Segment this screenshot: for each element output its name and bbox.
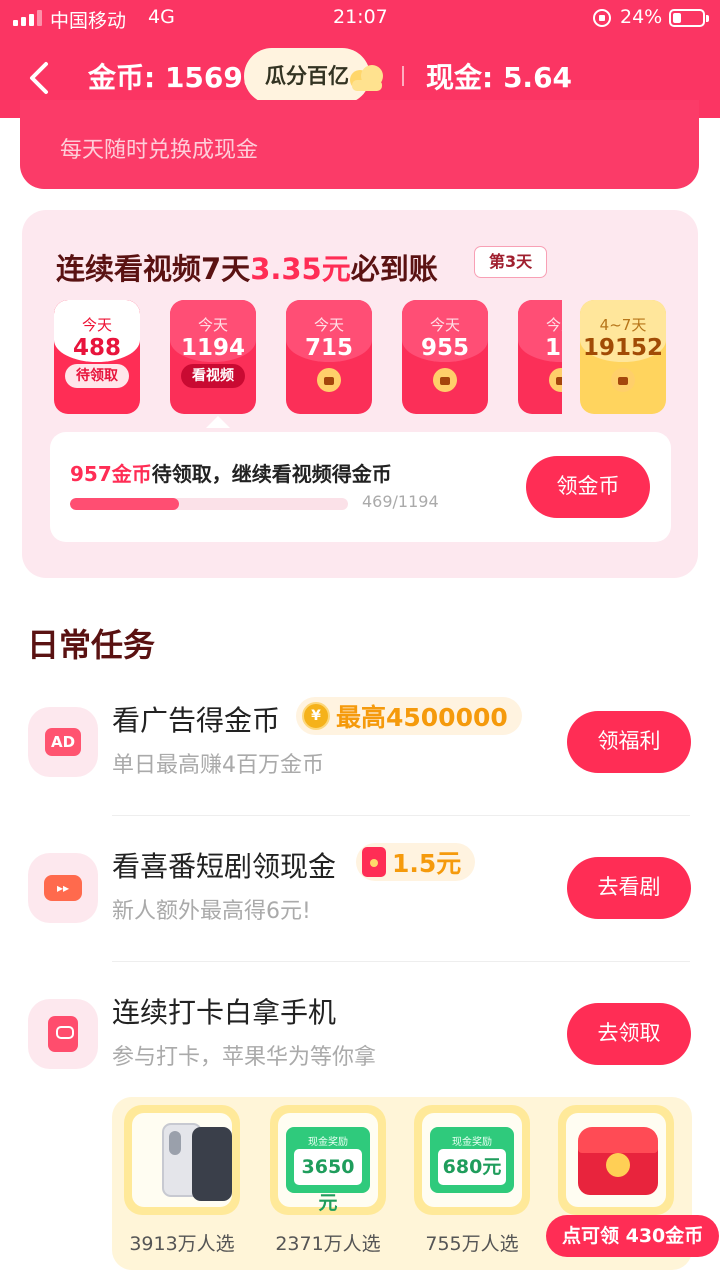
task-badge-text: 1.5元 [392,849,462,878]
envelope-label: 今天 [81,316,112,334]
battery-percent: 24% [620,6,663,28]
padlock-icon [611,368,635,392]
claim-coins-button[interactable]: 领金币 [526,456,650,518]
envelope-day-2[interactable]: 今天 1194 看视频 [170,300,256,414]
ad-icon: AD [45,728,81,756]
envelope-day-1[interactable]: 今天 488 待领取 [54,300,140,414]
envelope-label: 今天 [429,316,460,334]
task-divider [112,815,690,816]
daily-tasks-title: 日常任务 [27,626,156,664]
envelope-action: 待领取 [65,364,129,388]
task-badge: 1.5元 [356,843,476,881]
envelope-value: 488 [72,335,121,361]
padlock-icon [317,368,341,392]
prize-phone[interactable]: 3913万人选 [124,1105,240,1255]
share-billion-label: 瓜分百亿 [265,64,349,88]
claim-chest-coins-button[interactable]: 点可领 430金币 [546,1215,720,1257]
envelope-value: 14 [544,335,562,361]
rotation-lock-icon [593,9,611,27]
gift-icon [48,1016,78,1052]
prize-chest[interactable] [558,1105,674,1215]
cash-reward-caption: 现金奖励 [452,1137,492,1148]
coin-balance: 金币: 15698 [88,61,263,94]
envelope-day-4[interactable]: 今天 955 [402,300,488,414]
task-watch-drama: ▸▸ 看喜番短剧领现金 1.5元 新人额外最高得6元! 去看剧 [0,843,720,973]
task-divider [112,961,690,962]
envelope-label: 4~7天 [599,316,647,334]
progress-bar [70,498,348,510]
battery-icon [669,9,709,27]
task-watch-ads: AD 看广告得金币 ¥ 最高4500000 单日最高赚4百万金币 领福利 [0,697,720,827]
task-badge: ¥ 最高4500000 [296,697,522,735]
app-root: { "status_bar": { "carrier": "中国移动", "ne… [0,0,720,1280]
envelope-value: 1194 [180,335,245,361]
video-streak-card: 连续看视频7天3.35元必到账 第3天 今天 488 待领取 今天 1194 看… [22,210,698,578]
envelope-action: 看视频 [181,364,245,388]
prize-cash-large[interactable]: 现金奖励 3650元 2371万人选 [270,1105,386,1255]
padlock-icon [433,368,457,392]
cash-balance: 现金: 5.64 [426,61,573,94]
task-subtitle: 单日最高赚4百万金币 [112,753,324,778]
streak-title-pre: 连续看视频7天 [56,252,251,286]
get-benefits-button[interactable]: 领福利 [567,711,691,773]
streak-title-post: 必到账 [350,252,438,286]
cash-reward-value: 680元 [438,1149,506,1185]
network-type: 4G [148,6,175,28]
watch-drama-button[interactable]: 去看剧 [567,857,691,919]
streak-title-amount: 3.35元 [250,252,351,286]
envelope-days-4-7[interactable]: 4~7天 19152 [580,300,666,414]
carrier-name: 中国移动 [50,10,127,32]
treasure-chest-icon [578,1127,658,1195]
banner-subtitle: 每天随时兑换成现金 [60,138,259,163]
back-arrow-icon[interactable] [24,60,60,96]
envelope-value: 19152 [582,335,664,361]
task-subtitle: 参与打卡，苹果华为等你拿 [112,1045,377,1070]
phone-back-icon [192,1127,232,1201]
task-title: 连续打卡白拿手机 [112,996,337,1029]
envelope-value: 955 [420,335,469,361]
prize-label: 3913万人选 [129,1233,235,1255]
prize-cash-small[interactable]: 现金奖励 680元 755万人选 [414,1105,530,1255]
exchange-banner[interactable]: 每天随时兑换成现金 [20,100,699,189]
progress-amount: 957金币 [70,462,152,486]
red-packet-icon [362,847,386,877]
streak-title: 连续看视频7天3.35元必到账 [56,246,438,288]
cloud-icon [350,65,383,91]
progress-text: 957金币待领取，继续看视频得金币 [70,458,392,487]
task-title: 看喜番短剧领现金 [112,850,337,883]
go-claim-button[interactable]: 去领取 [567,1003,691,1065]
envelope-day-5[interactable]: 今天 14 [518,300,562,414]
envelope-label: 今天 [545,316,562,334]
progress-card: 957金币待领取，继续看视频得金币 469/1194 领金币 [50,432,671,542]
cash-reward-value: 3650元 [294,1149,362,1214]
task-subtitle: 新人额外最高得6元! [112,899,311,924]
progress-message: 待领取，继续看视频得金币 [151,462,392,486]
progress-pointer [206,416,230,428]
envelope-label: 今天 [197,316,228,334]
header-divider [402,66,404,86]
task-badge-text: 最高4500000 [336,703,508,732]
task-title: 看广告得金币 [112,704,281,737]
cash-reward-card: 现金奖励 680元 [430,1127,514,1193]
signal-icon [13,10,42,26]
cash-reward-card: 现金奖励 3650元 [286,1127,370,1214]
streak-day-tag: 第3天 [474,246,548,278]
envelope-label: 今天 [313,316,344,334]
cash-reward-caption: 现金奖励 [308,1137,348,1148]
play-icon: ▸▸ [44,875,82,901]
padlock-icon [549,368,562,392]
envelope-value: 715 [304,335,353,361]
prize-label: 2371万人选 [275,1233,381,1255]
progress-bar-fill [70,498,180,510]
prize-label: 755万人选 [425,1233,519,1255]
envelope-day-3[interactable]: 今天 715 [286,300,372,414]
status-bar: 中国移动 4G 21:07 24% [0,0,720,38]
coin-icon: ¥ [302,702,330,730]
progress-count: 469/1194 [362,492,439,511]
status-time: 21:07 [333,6,388,28]
